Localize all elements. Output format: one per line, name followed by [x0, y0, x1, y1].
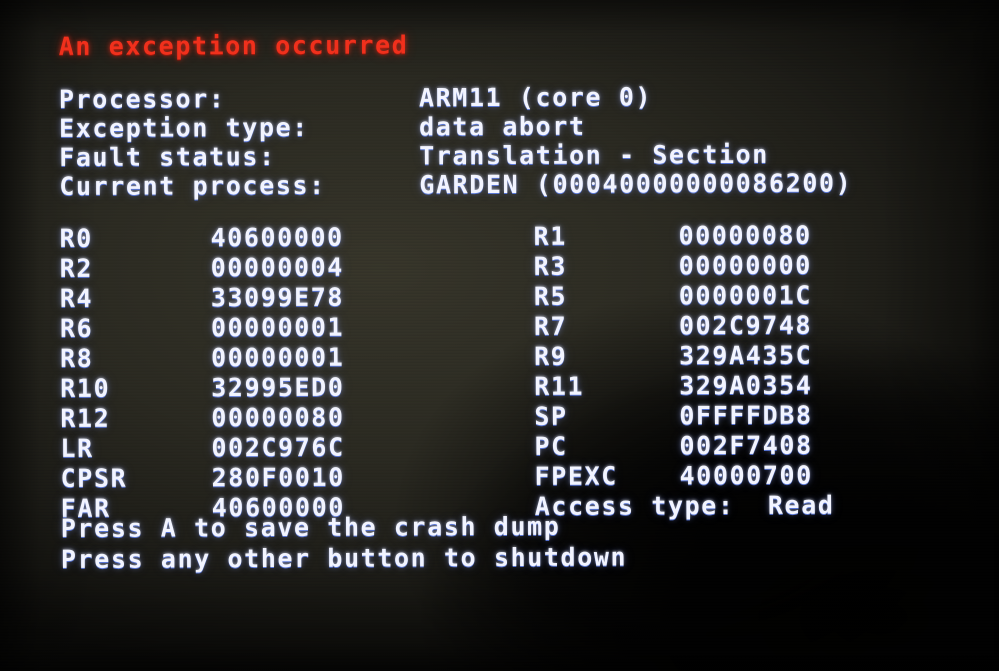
register-name: R3 [533, 251, 568, 281]
register-name: LR [60, 433, 94, 463]
summary-label: Current process: [59, 170, 326, 201]
register-name: R9 [534, 341, 568, 371]
register-value: 32995ED0 [211, 372, 345, 403]
exception-summary: Processor: ARM11 (core 0) Exception type: d… [0, 0, 998, 201]
register-value: 00000000 [678, 250, 812, 281]
page-title: An exception occurred [58, 30, 409, 61]
summary-value: data abort [419, 111, 586, 142]
register-column-left: R0 40600000 R2 00000004 R4 33099E78 R6 00000001… [0, 0, 998, 523]
register-column-right: R1 00000080 R3 00000000 R5 0000001C R7 002C9748… [0, 0, 998, 491]
footer-line: Press any other button to shutdown [60, 542, 628, 574]
register-value: 00000001 [211, 342, 345, 373]
register-name: CPSR [60, 463, 128, 493]
register-value: 00000001 [210, 312, 345, 343]
register-name: R0 [59, 223, 93, 253]
register-value: 002F7408 [679, 430, 813, 461]
register-name: R1 [533, 221, 567, 251]
register-name: R10 [60, 373, 111, 403]
register-name: R11 [534, 371, 585, 401]
summary-value: ARM11 (core 0) [418, 82, 653, 113]
register-name: R8 [60, 343, 94, 373]
summary-label: Exception type: [59, 112, 309, 143]
register-value: 40000700 [679, 460, 813, 491]
register-value: 002C9748 [678, 310, 813, 341]
footer-instructions: Press A to save the crash dump Press any … [0, 0, 998, 574]
register-name: R12 [60, 403, 111, 433]
access-type-line: Access type: Read [534, 490, 835, 521]
register-name: R7 [533, 311, 568, 341]
register-name: FPEXC [534, 461, 618, 491]
summary-label: Fault status: [59, 141, 276, 172]
register-name: PC [534, 431, 568, 461]
register-name: R4 [59, 283, 94, 313]
register-name: R5 [533, 281, 568, 311]
register-value: 0FFFFDB8 [679, 400, 813, 431]
summary-label: Processor: [58, 84, 226, 114]
summary-value: Translation - Section [419, 139, 769, 171]
exception-screen: An exception occurred Processor: ARM11 (c… [0, 0, 999, 671]
register-name: SP [534, 401, 568, 431]
register-value: 33099E78 [210, 282, 345, 313]
summary-value: GARDEN (00040000000086200) [419, 168, 853, 200]
register-name: R2 [59, 253, 94, 283]
crash-dump-content: An exception occurred Processor: ARM11 (c… [0, 0, 999, 671]
register-value: 329A0354 [679, 370, 813, 401]
register-value: 280F0010 [211, 462, 345, 493]
register-name: R6 [59, 313, 94, 343]
register-value: 0000001C [678, 280, 813, 311]
register-value: 40600000 [210, 222, 344, 253]
footer-line: Press A to save the crash dump [60, 511, 561, 543]
register-value: 002C976C [211, 432, 345, 463]
register-value: 00000080 [678, 220, 812, 251]
register-value: 00000004 [210, 252, 344, 283]
register-value: 00000080 [211, 402, 345, 433]
register-value: 329A435C [679, 340, 813, 371]
